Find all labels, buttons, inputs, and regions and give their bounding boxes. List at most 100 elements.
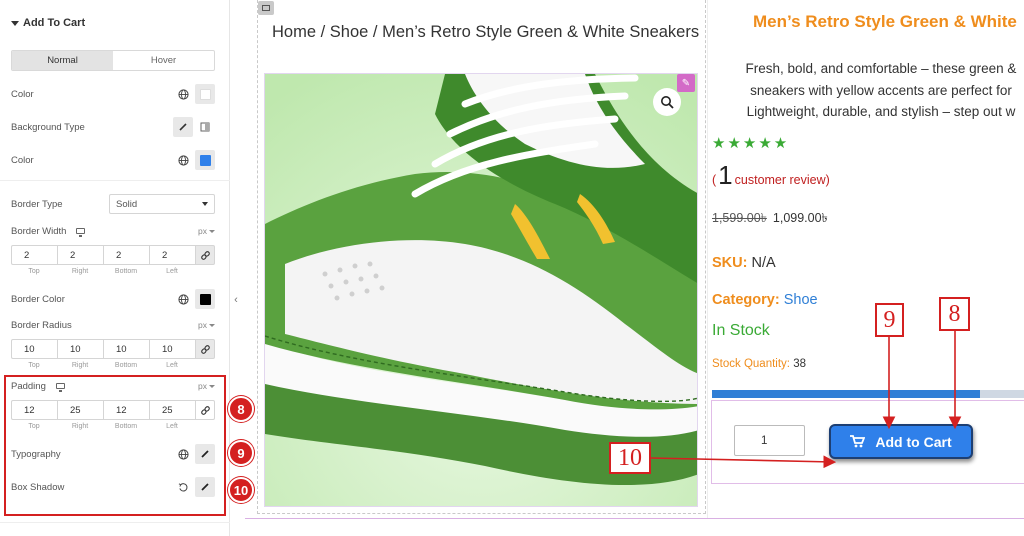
description-line: sneakers with yellow accents are perfect… (750, 82, 1012, 98)
border-type-label: Border Type (11, 198, 63, 210)
cart-icon (850, 435, 866, 448)
color-label: Color (11, 88, 34, 100)
breadcrumb-product: Men’s Retro Style Green & White Sneakers (382, 23, 700, 41)
callout-8: 8 (939, 297, 970, 331)
color-swatch[interactable] (195, 84, 215, 104)
sku-label: SKU: (712, 255, 748, 271)
breadcrumb-home[interactable]: Home (272, 23, 316, 41)
border-width-unit[interactable]: px (198, 226, 215, 236)
border-radius-right[interactable]: 10 (57, 339, 103, 359)
divider (0, 180, 230, 181)
breadcrumb: Home / Shoe / Men’s Retro Style Green & … (272, 23, 699, 42)
border-type-select[interactable]: Solid (109, 194, 215, 214)
border-width-side-labels: Top Right Bottom Left (11, 268, 195, 275)
review-link[interactable]: ( 1 customer review) (712, 160, 830, 191)
callout-9: 9 (875, 303, 904, 337)
border-radius-bottom[interactable]: 10 (103, 339, 149, 359)
border-width-bottom[interactable]: 2 (103, 245, 149, 265)
tab-hover[interactable]: Hover (113, 51, 214, 70)
globe-icon[interactable] (173, 150, 193, 170)
state-tabs: Normal Hover (11, 50, 215, 71)
add-to-cart-label: Add to Cart (875, 433, 952, 450)
review-paren: ( (712, 173, 717, 187)
background-type-label: Background Type (11, 121, 85, 133)
price: 1,599.00৳ 1,099.00৳ (712, 210, 828, 230)
border-width-row: Border Width px (11, 220, 215, 242)
add-to-cart-button[interactable]: Add to Cart (829, 424, 973, 459)
quantity-input[interactable]: 1 (734, 425, 805, 456)
brush-icon[interactable] (173, 117, 193, 137)
category-line: Category: Shoe (712, 292, 818, 308)
side-label-top: Top (28, 268, 40, 275)
color2-swatch[interactable] (195, 150, 215, 170)
side-label-left: Left (166, 268, 178, 275)
globe-icon[interactable] (173, 84, 193, 104)
stock-quantity-line: Stock Quantity: 38 (712, 358, 806, 370)
widget-handle-icon[interactable] (258, 1, 274, 15)
highlight-frame (4, 375, 226, 516)
border-radius-label: Border Radius (11, 319, 72, 331)
stock-quantity-value: 38 (793, 358, 806, 370)
description-line: Lightweight, durable, and stylish – step… (746, 104, 1016, 119)
link-icon[interactable] (195, 339, 215, 359)
collapse-panel-icon[interactable]: ‹ (229, 288, 243, 312)
section-title: Add To Cart (23, 17, 86, 29)
sku-value: N/A (751, 255, 776, 271)
divider (0, 522, 230, 523)
border-width-inputs: 2 2 2 2 (11, 245, 215, 265)
product-title: Men’s Retro Style Green & White (753, 12, 1017, 31)
breadcrumb-category[interactable]: Shoe (330, 23, 369, 41)
stock-progress-bar (712, 390, 1024, 398)
product-description: Fresh, bold, and comfortable – these gre… (721, 58, 1024, 123)
color2-label: Color (11, 154, 34, 166)
sku-line: SKU: N/A (712, 255, 776, 271)
gradient-icon[interactable] (195, 117, 215, 137)
color-row: Color (11, 83, 215, 105)
side-label-right: Right (71, 362, 89, 369)
background-type-row: Background Type (11, 116, 215, 138)
stock-status: In Stock (712, 322, 770, 339)
rating-stars[interactable]: ★★★★★ (712, 134, 789, 152)
border-type-value: Solid (116, 198, 138, 210)
side-label-right: Right (71, 268, 89, 275)
caret-down-icon (11, 20, 19, 26)
border-color-row: Border Color (11, 288, 215, 310)
border-color-swatch[interactable] (195, 289, 215, 309)
old-price: 1,599.00৳ (712, 211, 767, 225)
border-radius-side-labels: Top Right Bottom Left (11, 362, 195, 369)
description-line: Fresh, bold, and comfortable – these gre… (745, 61, 1017, 76)
border-radius-top[interactable]: 10 (11, 339, 57, 359)
stock-quantity-label: Stock Quantity: (712, 358, 790, 370)
border-color-label: Border Color (11, 293, 65, 305)
side-label-bottom: Bottom (114, 268, 138, 275)
category-label: Category: (712, 292, 780, 308)
callout-10: 10 (609, 442, 651, 474)
border-radius-unit[interactable]: px (198, 320, 215, 330)
border-width-left[interactable]: 2 (149, 245, 195, 265)
color2-row: Color (11, 149, 215, 171)
section-add-to-cart[interactable]: Add To Cart (11, 17, 85, 29)
link-icon[interactable] (195, 245, 215, 265)
zoom-icon[interactable] (653, 88, 681, 116)
chevron-down-icon (202, 202, 208, 206)
border-width-top[interactable]: 2 (11, 245, 57, 265)
tab-normal[interactable]: Normal (12, 51, 113, 70)
desktop-icon[interactable] (76, 228, 86, 237)
category-link[interactable]: Shoe (784, 292, 818, 308)
border-radius-row: Border Radius px (11, 314, 215, 336)
stock-progress-fill (712, 390, 981, 398)
border-radius-inputs: 10 10 10 10 (11, 339, 215, 359)
side-label-top: Top (28, 362, 40, 369)
side-label-left: Left (166, 362, 178, 369)
sale-price: 1,099.00৳ (772, 211, 828, 225)
border-radius-left[interactable]: 10 (149, 339, 195, 359)
breadcrumb-separator: / (316, 23, 330, 41)
border-type-row: Border Type Solid (11, 193, 215, 215)
border-width-right[interactable]: 2 (57, 245, 103, 265)
breadcrumb-separator: / (368, 23, 383, 41)
edit-widget-icon[interactable]: ✎ (677, 74, 695, 92)
divider (707, 0, 708, 518)
review-text: customer review) (734, 173, 830, 187)
review-count: 1 (718, 160, 733, 190)
globe-icon[interactable] (173, 289, 193, 309)
